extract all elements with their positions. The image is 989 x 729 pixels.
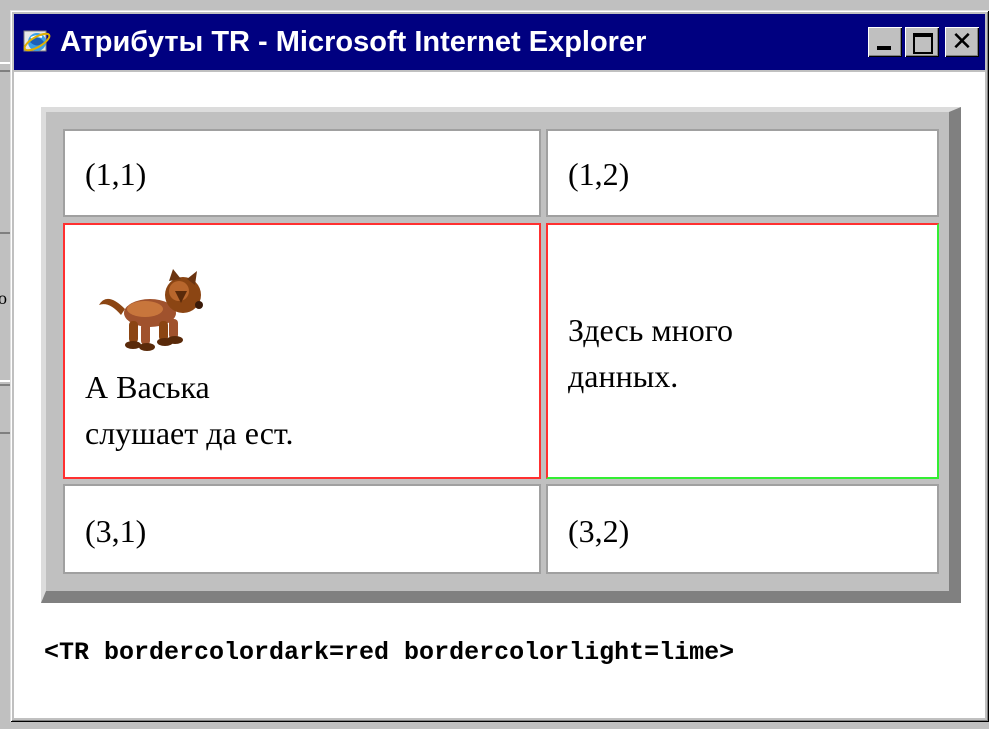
title-bar[interactable]: Атрибуты TR - Microsoft Internet Explore… xyxy=(14,14,985,70)
minimize-button[interactable] xyxy=(868,27,902,57)
bg-window-text: о xyxy=(0,288,7,308)
ie-window: Атрибуты TR - Microsoft Internet Explore… xyxy=(10,10,989,722)
cell-text-line1: А Васька xyxy=(85,369,210,405)
cell-text-line2: данных. xyxy=(568,358,679,394)
page-content: (1,1) (1,2) А Васька слушает да ест. Зде… xyxy=(14,72,985,718)
window-title: Атрибуты TR - Microsoft Internet Explore… xyxy=(60,25,647,58)
cell-text-line2: слушает да ест. xyxy=(85,415,294,451)
demo-table: (1,1) (1,2) А Васька слушает да ест. Зде… xyxy=(41,107,961,603)
table-cell-2-2: Здесь много данных. xyxy=(546,223,939,479)
close-button[interactable]: ✕ xyxy=(945,27,979,57)
minimize-icon xyxy=(877,46,891,50)
table-cell-3-2: (3,2) xyxy=(546,484,939,574)
internet-explorer-icon xyxy=(23,30,51,52)
table-cell-1-1: (1,1) xyxy=(63,129,541,217)
maximize-button[interactable] xyxy=(905,27,939,57)
maximize-icon xyxy=(913,33,933,54)
cell-text: (3,1) xyxy=(85,513,147,549)
close-icon: ✕ xyxy=(951,27,973,57)
cell-text: (3,2) xyxy=(568,513,630,549)
cell-text: (1,1) xyxy=(85,156,147,192)
cell-text-line1: Здесь много xyxy=(568,312,734,348)
table-cell-3-1: (3,1) xyxy=(63,484,541,574)
table-cell-1-2: (1,2) xyxy=(546,129,939,217)
table-cell-2-1: А Васька слушает да ест. xyxy=(63,223,541,479)
cat-image xyxy=(99,269,203,351)
window-controls: ✕ xyxy=(865,27,979,57)
cell-text: (1,2) xyxy=(568,156,630,192)
code-caption: <TR bordercolordark=red bordercolorlight… xyxy=(44,638,735,667)
